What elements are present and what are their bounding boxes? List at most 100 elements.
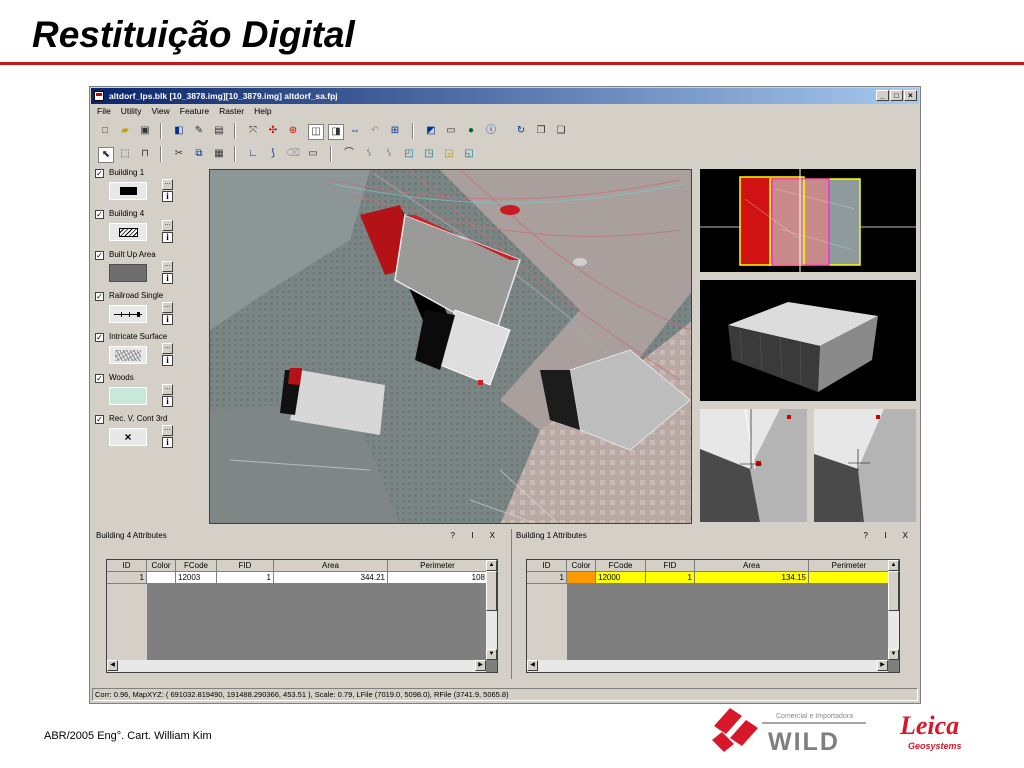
info-icon[interactable]: ⓘ xyxy=(484,124,498,138)
feature-item[interactable]: ✓ Building 4 ... i xyxy=(92,208,205,249)
feature-options-button[interactable]: ... xyxy=(162,261,173,272)
cube-yellow-icon[interactable]: ◲ xyxy=(442,147,456,161)
polyline-icon[interactable]: ⟆ xyxy=(266,147,280,161)
attribute-table[interactable]: ID Color FCode FID Area Perimeter 1 1200… xyxy=(106,559,498,673)
paste-icon[interactable]: ❏ xyxy=(554,124,568,138)
minimize-button[interactable]: _ xyxy=(876,90,889,101)
swap-icon[interactable]: ⇔ xyxy=(348,124,362,138)
eraser-icon[interactable]: ⌫ xyxy=(286,147,300,161)
pane-controls[interactable]: ? I X xyxy=(864,531,915,540)
feature-checkbox[interactable]: ✓ xyxy=(95,210,104,219)
feature-info-button[interactable]: i xyxy=(162,191,173,202)
target-icon[interactable]: ⊛ xyxy=(286,124,300,138)
scroll-down-icon: ▼ xyxy=(888,649,899,660)
curve-icon[interactable]: ⌒ xyxy=(342,147,356,161)
globe-icon[interactable]: ● xyxy=(464,124,478,138)
feature-info-button[interactable]: i xyxy=(162,437,173,448)
grid-icon[interactable]: ⊞ xyxy=(388,124,402,138)
feature-options-button[interactable]: ... xyxy=(162,343,173,354)
zoom-view-right[interactable] xyxy=(814,409,916,522)
feature-info-button[interactable]: i xyxy=(162,396,173,407)
perspective-3d-view[interactable] xyxy=(700,280,916,401)
feature-item[interactable]: ✓ Rec. V. Cont 3rd × ... i xyxy=(92,413,205,454)
overview-view[interactable] xyxy=(700,169,916,272)
cube-icon[interactable]: ◳ xyxy=(422,147,436,161)
feature-checkbox[interactable]: ✓ xyxy=(95,374,104,383)
lock-icon[interactable]: ⊓ xyxy=(138,147,152,161)
menu-file[interactable]: File xyxy=(92,104,116,119)
box-icon[interactable]: ◰ xyxy=(402,147,416,161)
stream-icon[interactable]: ᛊ xyxy=(362,147,376,161)
spline-icon[interactable]: ᛊ xyxy=(382,147,396,161)
feature-checkbox[interactable]: ✓ xyxy=(95,292,104,301)
scroll-left-icon: ◀ xyxy=(107,660,118,671)
vertical-scrollbar[interactable]: ▲ ▼ xyxy=(486,560,497,660)
attribute-table[interactable]: ID Color FCode FID Area Perimeter 1 1200… xyxy=(526,559,900,673)
angle-icon[interactable]: ∟ xyxy=(246,147,260,161)
pane-title: Building 1 Attributes xyxy=(516,531,587,540)
stereo-view[interactable] xyxy=(209,169,692,524)
save-icon[interactable]: ▣ xyxy=(138,124,152,138)
new-file-icon[interactable]: □ xyxy=(98,124,112,138)
refresh-icon[interactable]: ↻ xyxy=(514,124,528,138)
view-split-icon[interactable]: ◨ xyxy=(328,124,344,140)
feature-info-button[interactable]: i xyxy=(162,314,173,325)
layer-icon[interactable]: ◧ xyxy=(172,124,186,138)
zoom-extent-icon[interactable]: ✣ xyxy=(266,124,280,138)
menu-utility[interactable]: Utility xyxy=(116,104,147,119)
anaglyph-image[interactable] xyxy=(210,170,692,524)
undo-icon[interactable]: ↶ xyxy=(368,124,382,138)
black-rect-swatch xyxy=(109,182,147,200)
horizontal-scrollbar[interactable]: ◀ ▶ xyxy=(107,660,486,672)
rectangle-icon[interactable]: ▭ xyxy=(306,147,320,161)
select-tool-icon[interactable]: ⬉ xyxy=(98,147,114,163)
feature-info-button[interactable]: i xyxy=(162,232,173,243)
vertical-scrollbar[interactable]: ▲ ▼ xyxy=(888,560,899,660)
fit-extent-icon[interactable]: ⤧ xyxy=(246,124,260,138)
table-row[interactable]: 1 12003 1 344.21 108 xyxy=(107,572,488,584)
wild-logo: Comercial e Importadora WILD xyxy=(712,708,866,756)
marquee-icon[interactable]: ⬚ xyxy=(118,147,132,161)
feature-options-button[interactable]: ... xyxy=(162,302,173,313)
feature-options-button[interactable]: ... xyxy=(162,179,173,190)
feature-checkbox[interactable]: ✓ xyxy=(95,251,104,260)
feature-item[interactable]: ✓ Railroad Single ... i xyxy=(92,290,205,331)
color-cell xyxy=(567,572,596,584)
feature-options-button[interactable]: ... xyxy=(162,220,173,231)
copy-icon[interactable]: ❐ xyxy=(534,124,548,138)
feature-options-button[interactable]: ... xyxy=(162,384,173,395)
feature-item[interactable]: ✓ Woods ... i xyxy=(92,372,205,413)
close-button[interactable]: × xyxy=(904,90,917,101)
measure-icon[interactable]: ▭ xyxy=(444,124,458,138)
feature-checkbox[interactable]: ✓ xyxy=(95,415,104,424)
horizontal-scrollbar[interactable]: ◀ ▶ xyxy=(527,660,888,672)
menu-help[interactable]: Help xyxy=(249,104,276,119)
properties-icon[interactable]: ▤ xyxy=(212,124,226,138)
feature-item[interactable]: ✓ Building 1 ... i xyxy=(92,167,205,208)
feature-item[interactable]: ✓ Built Up Area ... i xyxy=(92,249,205,290)
table-row-selected[interactable]: 1 12000 1 134.15 xyxy=(527,572,890,584)
cube-outline-icon[interactable]: ◱ xyxy=(462,147,476,161)
table-header: ID Color FCode FID Area Perimeter xyxy=(107,560,488,572)
copy-feature-icon[interactable]: ⧉ xyxy=(192,147,206,161)
open-folder-icon[interactable]: ▰ xyxy=(118,124,132,138)
pane-controls[interactable]: ? I X xyxy=(451,531,502,540)
view-single-icon[interactable]: ◫ xyxy=(308,124,324,140)
paste-feature-icon[interactable]: ▦ xyxy=(212,147,226,161)
zoom-view-left[interactable] xyxy=(700,409,807,522)
maximize-button[interactable]: □ xyxy=(890,90,903,101)
menu-raster[interactable]: Raster xyxy=(214,104,249,119)
feature-checkbox[interactable]: ✓ xyxy=(95,333,104,342)
scroll-up-icon: ▲ xyxy=(486,560,497,571)
menu-view[interactable]: View xyxy=(146,104,174,119)
feature-info-button[interactable]: i xyxy=(162,273,173,284)
edit-icon[interactable]: ✎ xyxy=(192,124,206,138)
menu-feature[interactable]: Feature xyxy=(175,104,214,119)
cut-icon[interactable]: ✂ xyxy=(172,147,186,161)
window-titlebar[interactable]: altdorf_lps.blk [10_3878.img][10_3879.im… xyxy=(91,88,919,104)
copy-layer-icon[interactable]: ◩ xyxy=(424,124,438,138)
feature-item[interactable]: ✓ Intricate Surface ... i xyxy=(92,331,205,372)
feature-checkbox[interactable]: ✓ xyxy=(95,169,104,178)
feature-options-button[interactable]: ... xyxy=(162,425,173,436)
feature-info-button[interactable]: i xyxy=(162,355,173,366)
